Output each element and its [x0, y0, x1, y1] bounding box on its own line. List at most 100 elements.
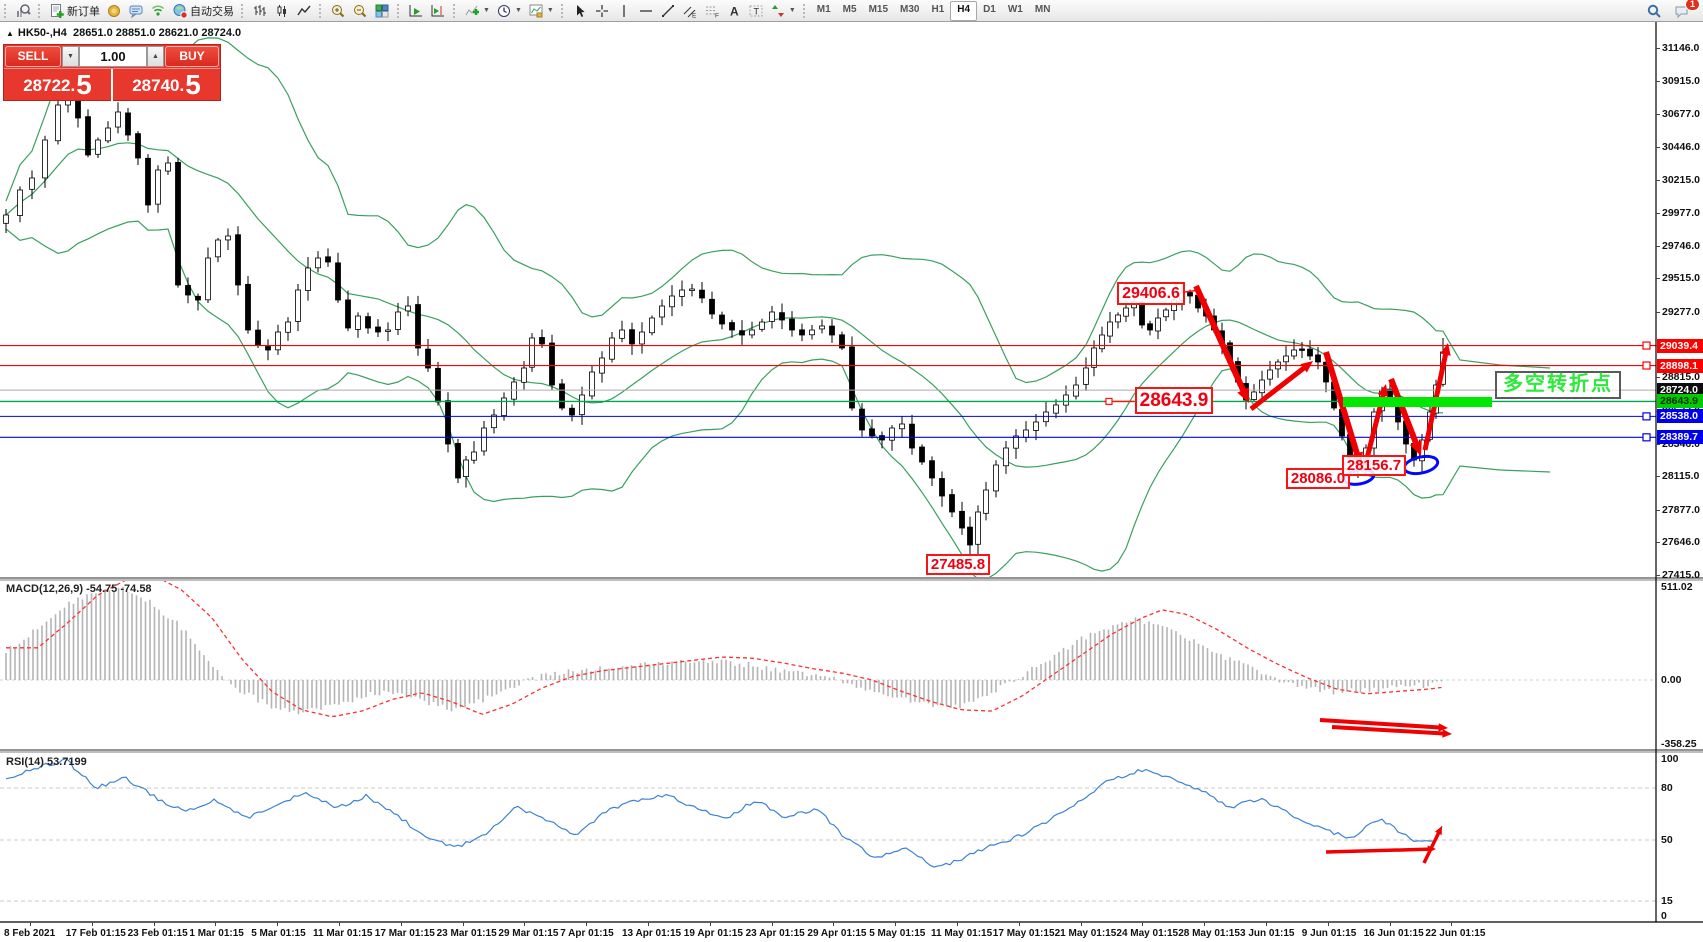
buy-price-main: 28740	[132, 73, 179, 99]
sell-button[interactable]: SELL	[5, 46, 61, 67]
dropdown-caret-icon[interactable]: ▼	[789, 7, 796, 14]
date-tick	[1142, 922, 1143, 926]
timeframe-m5[interactable]: M5	[837, 2, 863, 20]
volume-input[interactable]: 1.00	[79, 46, 147, 67]
volume-increase-button[interactable]: ▲	[147, 46, 164, 67]
collapse-triangle-icon[interactable]: ▲	[6, 29, 14, 38]
sell-price-dot: .	[70, 73, 75, 99]
notifications-icon[interactable]: 1	[1671, 2, 1693, 20]
rsi-label: RSI(14) 53.7199	[6, 756, 87, 768]
chart-canvas[interactable]	[0, 0, 1703, 942]
indicators-icon[interactable]: ▼	[461, 2, 493, 20]
svg-text:A: A	[730, 4, 739, 18]
rsi-scale-label: 15	[1661, 895, 1673, 907]
toolbar-grip	[453, 4, 458, 18]
autotrade-icon[interactable]: 自动交易	[169, 2, 237, 20]
date-label: 3 Jun 01:15	[1240, 928, 1294, 939]
date-tick	[1266, 922, 1267, 926]
svg-text:F: F	[715, 12, 719, 19]
macd-scale-label: -358.25	[1661, 738, 1697, 750]
annotation-pivot[interactable]: 28643.9	[1135, 387, 1213, 414]
buy-price[interactable]: 28740.5	[113, 69, 220, 101]
line-chart-icon[interactable]	[293, 2, 315, 20]
price-tick	[1656, 213, 1660, 214]
timeframe-d1[interactable]: D1	[977, 2, 1002, 20]
timeframe-m30[interactable]: M30	[894, 2, 925, 20]
sell-price[interactable]: 28722.5	[4, 69, 113, 101]
price-tick	[1656, 81, 1660, 82]
date-label: 13 Apr 01:15	[622, 928, 681, 939]
volume-decrease-button[interactable]: ▼	[62, 46, 79, 67]
templates-icon[interactable]: ▼	[525, 2, 557, 20]
cursor-icon[interactable]	[569, 2, 591, 20]
toolbar-grip	[4, 4, 9, 18]
timeframe-h1[interactable]: H1	[925, 2, 950, 20]
periods-icon[interactable]: ▼	[493, 2, 525, 20]
timeframe-m15[interactable]: M15	[863, 2, 894, 20]
date-tick	[1019, 922, 1020, 926]
date-tick	[1328, 922, 1329, 926]
trade-panel-controls: SELL ▼ 1.00 ▲ BUY	[4, 45, 220, 68]
toolbar-grip	[319, 4, 324, 18]
price-tick-label: 30446.0	[1662, 141, 1700, 153]
signals-icon[interactable]	[147, 2, 169, 20]
notification-badge: 1	[1685, 0, 1700, 11]
annotation-turning-point[interactable]: 多空转折点	[1495, 371, 1621, 399]
buy-price-dot: .	[179, 73, 184, 99]
new-order-icon[interactable]: 新订单	[46, 2, 103, 20]
price-tick	[1656, 147, 1660, 148]
vertical-line-icon[interactable]	[613, 2, 635, 20]
dropdown-caret-icon[interactable]: ▼	[515, 7, 522, 14]
equidistant-channel-icon[interactable]: E	[679, 2, 701, 20]
bar-chart-icon[interactable]	[249, 2, 271, 20]
date-label: 23 Feb 01:15	[128, 928, 188, 939]
annotation-major-low[interactable]: 27485.8	[926, 554, 990, 575]
timeframe-m1[interactable]: M1	[811, 2, 837, 20]
auto-scroll-icon[interactable]	[405, 2, 427, 20]
date-tick	[1451, 922, 1452, 926]
text-label-icon[interactable]: T	[745, 2, 767, 20]
timeframe-w1[interactable]: W1	[1002, 2, 1029, 20]
price-badge: 28538.0	[1657, 409, 1703, 423]
date-tick	[586, 922, 587, 926]
candlestick-chart-icon[interactable]	[271, 2, 293, 20]
buy-button[interactable]: BUY	[165, 46, 219, 67]
dropdown-caret-icon[interactable]: ▼	[547, 7, 554, 14]
timeframe-mn[interactable]: MN	[1029, 2, 1057, 20]
tile-windows-icon[interactable]	[371, 2, 393, 20]
toolbar-grip	[397, 4, 402, 18]
date-label: 5 Mar 01:15	[251, 928, 305, 939]
zoom-in-icon[interactable]	[327, 2, 349, 20]
chart-search-icon[interactable]	[12, 2, 34, 20]
text-icon[interactable]: A	[723, 2, 745, 20]
arrows-icon[interactable]: ▼	[767, 2, 799, 20]
date-tick	[710, 922, 711, 926]
price-tick	[1656, 114, 1660, 115]
annotation-low1[interactable]: 28086.0	[1286, 468, 1350, 489]
zoom-out-icon[interactable]	[349, 2, 371, 20]
annotation-swing-high[interactable]: 29406.6	[1117, 282, 1185, 305]
annotation-low2[interactable]: 28156.7	[1342, 455, 1406, 476]
market-depth-icon[interactable]	[103, 2, 125, 20]
chart-shift-icon[interactable]	[427, 2, 449, 20]
fibonacci-icon[interactable]: F	[701, 2, 723, 20]
trendline-icon[interactable]	[657, 2, 679, 20]
crosshair-icon[interactable]	[591, 2, 613, 20]
price-tick-label: 29277.0	[1662, 306, 1700, 318]
search-icon[interactable]	[1643, 2, 1665, 20]
date-tick	[895, 922, 896, 926]
date-tick	[648, 922, 649, 926]
date-label: 17 Feb 01:15	[66, 928, 126, 939]
community-icon[interactable]	[125, 2, 147, 20]
horizontal-line-icon[interactable]	[635, 2, 657, 20]
macd-label: MACD(12,26,9) -54.75 -74.58	[6, 583, 152, 595]
date-label: 24 May 01:15	[1116, 928, 1178, 939]
dropdown-caret-icon[interactable]: ▼	[483, 7, 490, 14]
date-tick	[154, 922, 155, 926]
price-tick	[1656, 180, 1660, 181]
macd-scale-label: 511.02	[1661, 581, 1693, 593]
timeframe-h4[interactable]: H4	[950, 1, 977, 21]
toolbar: 新订单 自动交易 ▼ ▼ ▼ E F AT ▼ M1M5M15M30H1H4D1W1MN 1	[0, 0, 1703, 22]
price-tick-label: 27646.0	[1662, 536, 1700, 548]
date-label: 9 Jun 01:15	[1302, 928, 1356, 939]
